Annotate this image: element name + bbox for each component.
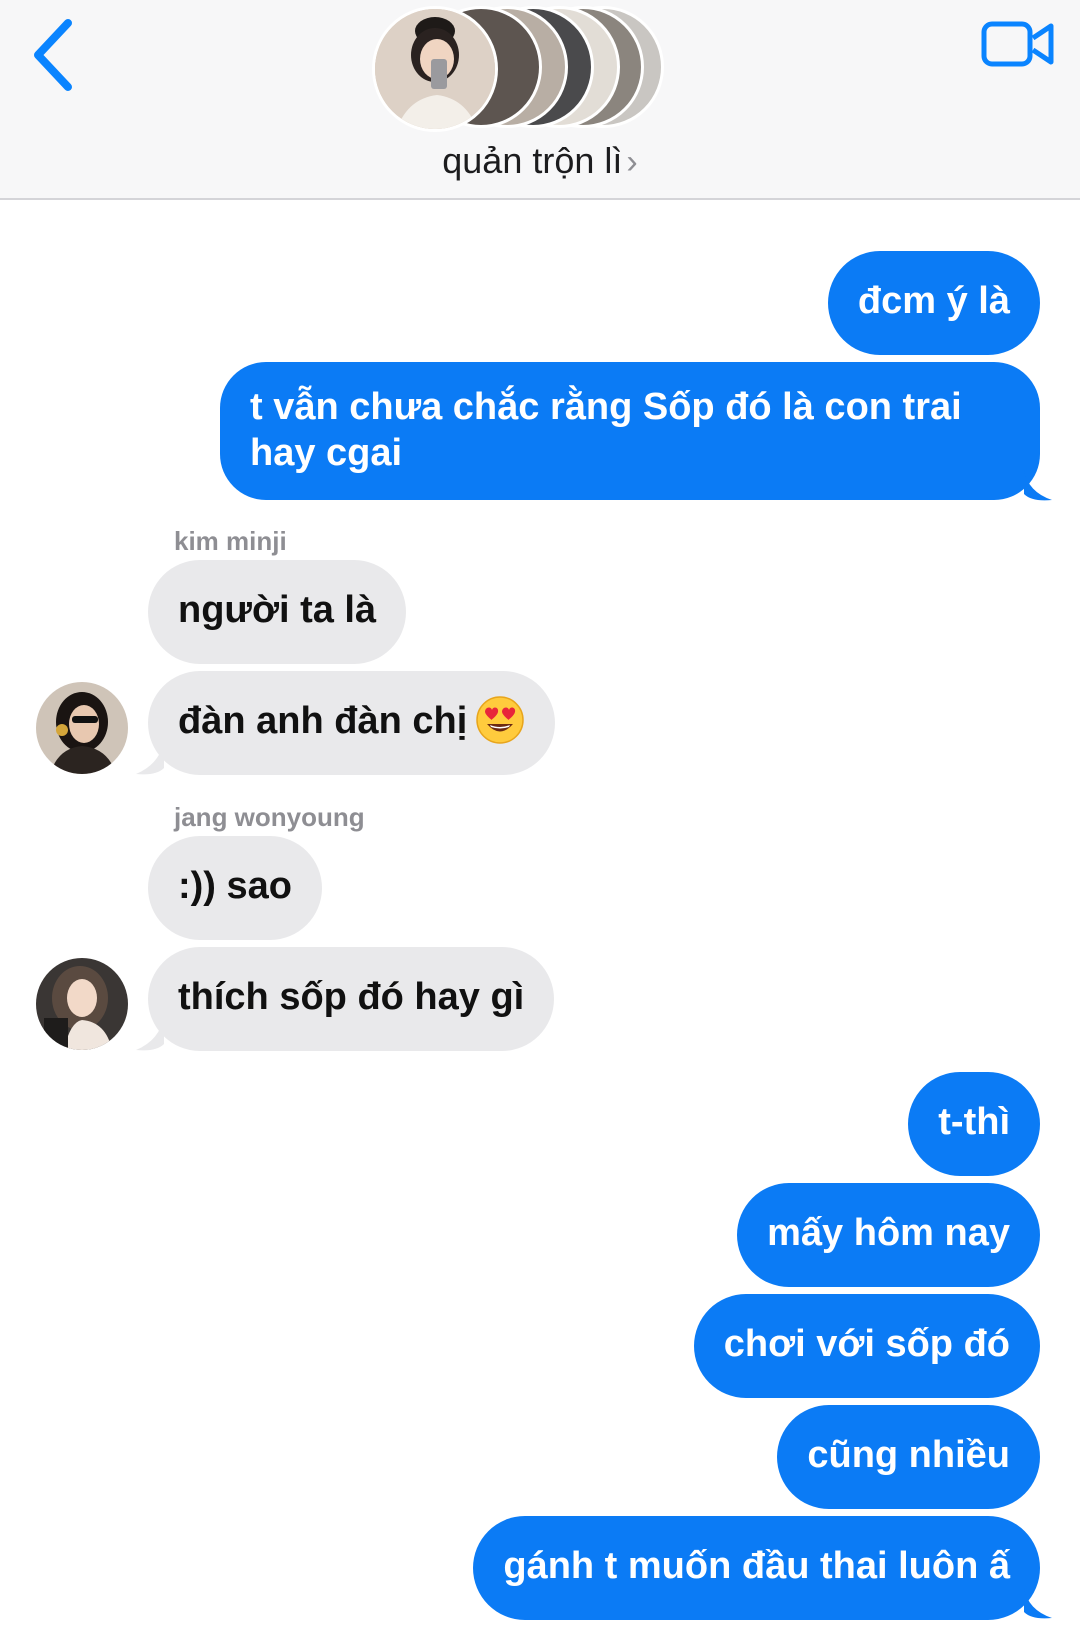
group-member-avatar xyxy=(372,6,498,132)
bubble-tail xyxy=(136,740,164,775)
bubble-tail xyxy=(1024,1588,1052,1619)
outgoing-message-bubble[interactable]: đcm ý là xyxy=(827,251,1040,355)
message-text: chơi với sốp đó xyxy=(723,1323,1010,1365)
message-text: t-thì xyxy=(938,1101,1010,1143)
message-text: đcm ý là xyxy=(857,280,1010,322)
profile-photo-icon xyxy=(36,958,128,1050)
chevron-right-icon: › xyxy=(626,143,638,181)
chevron-left-icon xyxy=(34,19,72,91)
outgoing-message-bubble[interactable]: cũng nhiều xyxy=(777,1405,1040,1509)
incoming-message-bubble[interactable]: :)) sao xyxy=(148,836,322,940)
outgoing-message-bubble[interactable]: mấy hôm nay xyxy=(737,1183,1040,1287)
message-text: gánh t muốn đầu thai luôn ấ xyxy=(503,1545,1010,1587)
avatar[interactable] xyxy=(36,958,128,1050)
video-call-button[interactable] xyxy=(978,14,1058,74)
profile-photo-icon xyxy=(36,682,128,774)
message-text: :)) sao xyxy=(178,865,292,907)
bubble-tail xyxy=(1024,470,1052,501)
heart-eyes-emoji-icon xyxy=(476,696,524,744)
conversation-header: quản trộn lì › xyxy=(0,0,1080,200)
outgoing-message-bubble[interactable]: t vẫn chưa chắc rằng Sốp đó là con trai … xyxy=(220,362,1040,500)
bubble-tail xyxy=(136,1016,164,1051)
incoming-message-bubble[interactable]: người ta là xyxy=(148,560,407,664)
message-text: thích sốp đó hay gì xyxy=(178,976,525,1018)
outgoing-message-bubble[interactable]: t-thì xyxy=(908,1072,1040,1176)
incoming-message-bubble[interactable]: thích sốp đó hay gì xyxy=(148,947,555,1051)
outgoing-message-bubble[interactable]: gánh t muốn đầu thai luôn ấ xyxy=(473,1516,1040,1620)
message-text: cũng nhiều xyxy=(807,1434,1010,1476)
message-text: t vẫn chưa chắc rằng Sốp đó là con trai … xyxy=(250,386,962,474)
group-name-label: quản trộn lì xyxy=(442,140,623,181)
back-button[interactable] xyxy=(18,10,88,100)
message-text: đàn anh đàn chị xyxy=(178,700,468,742)
avatar[interactable] xyxy=(36,682,128,774)
outgoing-message-bubble[interactable]: chơi với sốp đó xyxy=(693,1294,1040,1398)
message-text: mấy hôm nay xyxy=(767,1212,1010,1254)
message-text: người ta là xyxy=(178,589,377,631)
incoming-message-bubble[interactable]: đàn anh đàn chị xyxy=(148,671,556,775)
video-camera-icon xyxy=(981,21,1054,67)
person-photo-icon xyxy=(375,9,495,129)
group-avatar-stack[interactable] xyxy=(372,6,712,132)
group-title[interactable]: quản trộn lì › xyxy=(0,140,1080,182)
sender-name: jang wonyoung xyxy=(174,802,365,832)
sender-name: kim minji xyxy=(174,526,287,556)
